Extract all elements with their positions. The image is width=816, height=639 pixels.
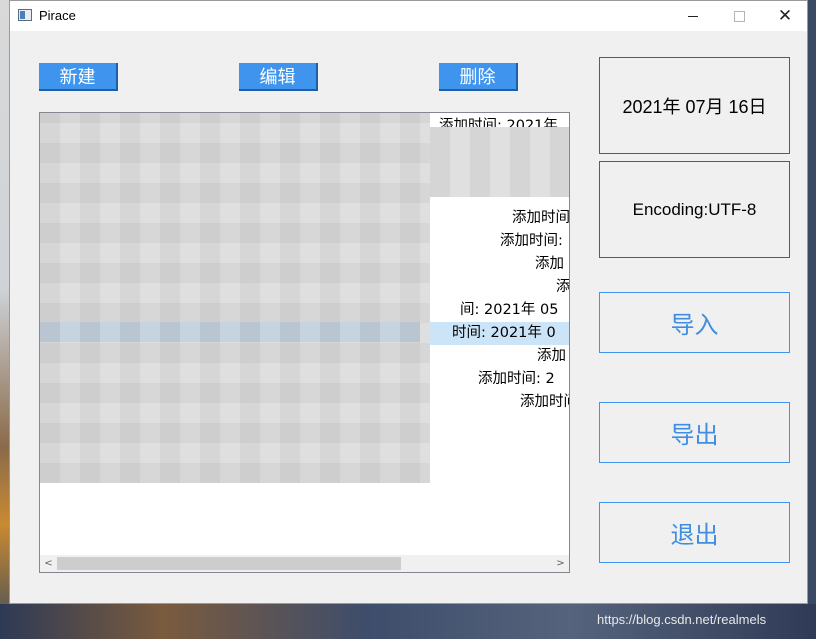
new-button[interactable]: 新建 bbox=[39, 63, 118, 91]
edit-button[interactable]: 编辑 bbox=[239, 63, 318, 91]
list-item-text: 添 bbox=[556, 276, 569, 299]
title-bar[interactable]: Pirace ✕ bbox=[10, 1, 807, 31]
scroll-left-icon[interactable]: < bbox=[40, 555, 57, 572]
list-item-text: 添加时间 bbox=[512, 210, 569, 226]
minimize-icon bbox=[688, 15, 698, 17]
close-button[interactable]: ✕ bbox=[762, 1, 808, 31]
exit-button[interactable]: 退出 bbox=[599, 502, 790, 563]
list-item-text: 间: 2021年 05 bbox=[460, 302, 559, 318]
redacted-region bbox=[430, 127, 569, 197]
list-item-text: 添加时间: 2 bbox=[478, 371, 555, 387]
watermark: https://blog.csdn.net/realmels bbox=[597, 612, 767, 627]
redacted-selected-region bbox=[40, 322, 420, 342]
app-window: Pirace ✕ 新建 编辑 删除 添加时间: 2021年 添加时间 添加时间:… bbox=[9, 0, 808, 604]
close-icon: ✕ bbox=[777, 5, 793, 26]
desktop-background-left bbox=[0, 0, 9, 639]
window-title: Pirace bbox=[39, 8, 76, 23]
date-display: 2021年 07月 16日 bbox=[599, 57, 790, 154]
maximize-button[interactable] bbox=[716, 1, 762, 31]
record-list[interactable]: 添加时间: 2021年 添加时间 添加时间: 添加 添 间: 2021年 05 … bbox=[39, 112, 570, 573]
app-icon bbox=[18, 9, 32, 21]
horizontal-scrollbar[interactable]: < > bbox=[40, 555, 569, 572]
scroll-right-icon[interactable]: > bbox=[552, 555, 569, 572]
list-item-text: 添加 bbox=[535, 256, 564, 272]
list-item-text: 添加时间: bbox=[500, 233, 563, 249]
scrollbar-thumb[interactable] bbox=[57, 557, 401, 570]
minimize-button[interactable] bbox=[670, 1, 716, 31]
encoding-text: Encoding:UTF-8 bbox=[632, 199, 757, 219]
encoding-display: Encoding:UTF-8 bbox=[599, 161, 790, 258]
list-item-text: 时间: 2021年 0 bbox=[452, 325, 556, 341]
list-item-text: 添加 bbox=[537, 348, 566, 364]
list-item-text: 添加时间 bbox=[520, 394, 569, 410]
delete-button[interactable]: 删除 bbox=[439, 63, 518, 91]
redacted-region bbox=[40, 113, 430, 483]
import-button[interactable]: 导入 bbox=[599, 292, 790, 353]
export-button[interactable]: 导出 bbox=[599, 402, 790, 463]
maximize-icon bbox=[733, 10, 745, 22]
date-text: 2021年 07月 16日 bbox=[622, 96, 767, 117]
